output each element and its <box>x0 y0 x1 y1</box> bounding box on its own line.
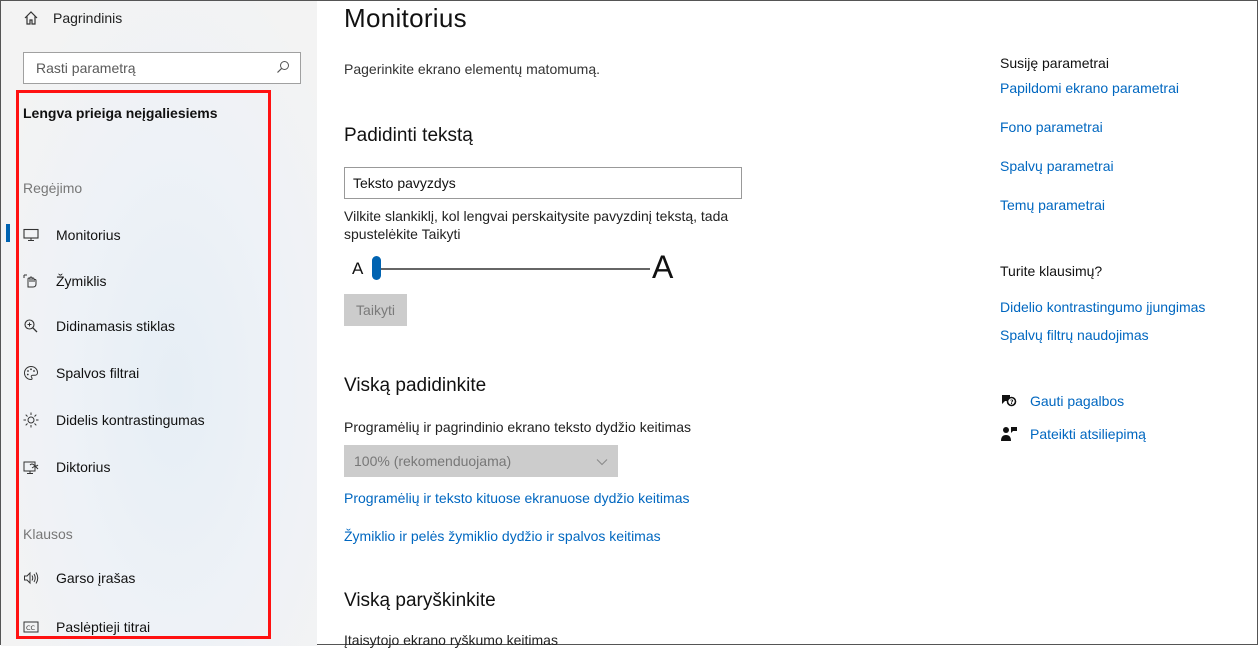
link-theme-settings[interactable]: Temų parametrai <box>1000 197 1105 213</box>
sidebar: Pagrindinis Lengva prieiga neįgaliesiems… <box>1 1 317 646</box>
sample-text-field[interactable] <box>344 167 742 199</box>
questions-heading: Turite klausimų? <box>1000 263 1103 279</box>
link-pointer-size-color[interactable]: Žymiklio ir pelės žymiklio dydžio ir spa… <box>344 528 661 544</box>
search-icon[interactable] <box>276 60 292 76</box>
link-color-filters-use[interactable]: Spalvų filtrų naudojimas <box>1000 327 1149 343</box>
search-input[interactable] <box>34 59 276 77</box>
home-label: Pagrindinis <box>53 10 123 26</box>
link-additional-display-settings[interactable]: Papildomi ekrano parametrai <box>1000 80 1179 96</box>
chevron-down-icon <box>596 453 608 469</box>
search-box[interactable] <box>23 52 301 84</box>
link-other-displays-scale[interactable]: Programėlių ir teksto kituose ekranuose … <box>344 490 690 506</box>
link-background-settings[interactable]: Fono parametrai <box>1000 119 1103 135</box>
brightness-label: Įtaisytojo ekrano ryškumo keitimas <box>344 632 558 648</box>
page-title: Monitorius <box>344 3 467 33</box>
svg-text:?: ? <box>1010 399 1014 406</box>
feedback-link[interactable]: Pateikti atsiliepimą <box>1000 424 1146 444</box>
apply-button[interactable]: Taikyti <box>344 294 407 326</box>
get-help-link[interactable]: ? Gauti pagalbos <box>1000 391 1124 411</box>
link-high-contrast-enable[interactable]: Didelio kontrastingumo įjungimas <box>1000 299 1205 315</box>
scale-dropdown-value: 100% (rekomenduojama) <box>354 453 512 469</box>
related-settings-heading: Susiję parametrai <box>1000 55 1109 71</box>
slider-track[interactable] <box>380 268 650 270</box>
slider-instruction: Vilkite slankiklį, kol lengvai perskaity… <box>344 208 729 242</box>
home-icon <box>23 10 39 26</box>
slider-min-label: A <box>352 259 364 278</box>
slider-thumb[interactable] <box>372 256 381 280</box>
section-heading-enlarge-text: Padidinti tekstą <box>344 125 473 146</box>
link-color-settings[interactable]: Spalvų parametrai <box>1000 158 1114 174</box>
help-chat-icon: ? <box>1000 392 1018 410</box>
section-heading-make-bigger: Viską padidinkite <box>344 375 487 396</box>
get-help-label: Gauti pagalbos <box>1030 393 1125 409</box>
page-description: Pagerinkite ekrano elementų matomumą. <box>344 61 601 77</box>
scale-dropdown[interactable]: 100% (rekomenduojama) <box>344 445 618 477</box>
slider-max-label: A <box>652 249 674 285</box>
scale-label: Programėlių ir pagrindinio ekrano teksto… <box>344 419 692 435</box>
feedback-icon <box>1000 425 1018 443</box>
section-heading-brighter: Viską paryškinkite <box>344 590 496 611</box>
selection-indicator <box>6 224 10 242</box>
highlight-box <box>16 90 271 639</box>
feedback-label: Pateikti atsiliepimą <box>1030 426 1146 442</box>
text-size-slider[interactable]: A A <box>344 249 674 285</box>
home-nav-item[interactable]: Pagrindinis <box>23 7 122 29</box>
